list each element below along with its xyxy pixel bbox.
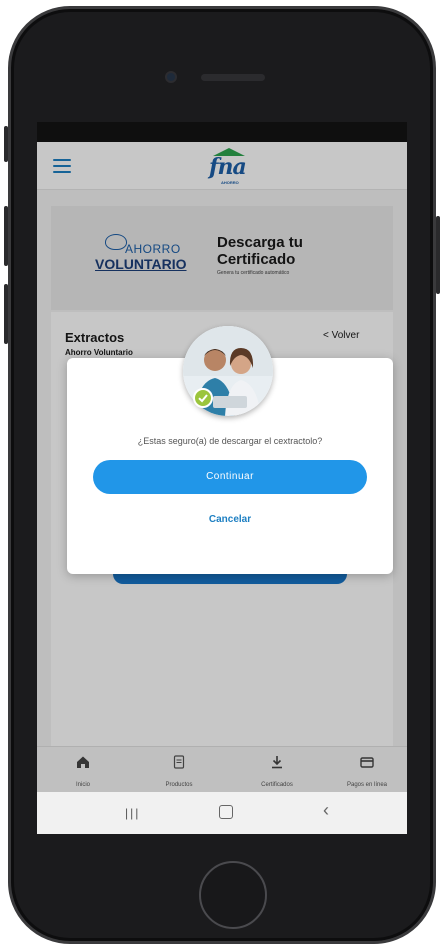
continue-button[interactable]: Continuar <box>93 460 367 494</box>
silent-switch <box>4 126 8 162</box>
cancel-button[interactable]: Cancelar <box>67 514 393 525</box>
earpiece <box>201 74 265 81</box>
android-system-bar: ||| ‹ <box>37 792 407 834</box>
back-arrow-icon[interactable]: ‹ <box>323 800 329 821</box>
volume-down-button <box>4 284 8 344</box>
recent-apps-icon[interactable]: ||| <box>125 806 140 820</box>
check-circle-icon <box>193 388 213 408</box>
volume-up-button <box>4 206 8 266</box>
status-bar <box>37 122 407 142</box>
front-camera <box>165 71 177 83</box>
dialog-message: ¿Estas seguro(a) de descargar el cextrac… <box>137 436 323 446</box>
home-button-icon[interactable] <box>219 805 233 819</box>
power-button <box>436 216 440 294</box>
app-screen: fna AHORRO AHORRO VOLUNTARIO Descarga tu… <box>37 142 407 834</box>
phone-home-button[interactable] <box>199 861 267 929</box>
